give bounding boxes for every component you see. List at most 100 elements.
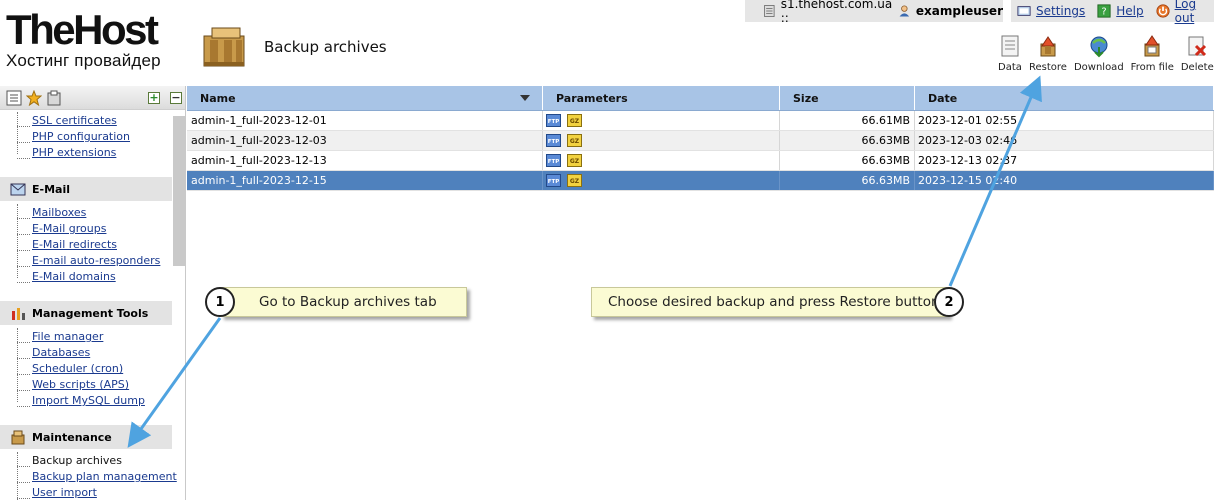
top-bar: s1.thehost.com.ua :: exampleuser Setting… [745, 0, 1214, 25]
ftp-icon: FTP [546, 174, 561, 187]
sidebar-section-management-tools[interactable]: Management Tools [0, 301, 172, 325]
download-icon [1090, 36, 1108, 58]
sidebar-section-maintenance[interactable]: Maintenance [0, 425, 172, 449]
data-icon [1001, 35, 1019, 57]
sidebar-scrollbar[interactable] [173, 116, 185, 266]
list-view-icon[interactable] [6, 90, 22, 106]
sidebar-item-web-scripts[interactable]: Web scripts (APS) [32, 378, 129, 391]
column-parameters[interactable]: Parameters [543, 86, 780, 110]
sidebar-item-import-mysql-dump[interactable]: Import MySQL dump [32, 394, 145, 407]
clipboard-icon[interactable] [46, 90, 62, 106]
sidebar-item-email-auto-responders[interactable]: E-mail auto-responders [32, 254, 160, 267]
logout-link[interactable]: Log out [1175, 0, 1214, 25]
cell-name: admin-1_full-2023-12-13 [187, 151, 543, 170]
column-date[interactable]: Date [915, 86, 1214, 110]
archive-box-icon [203, 27, 245, 67]
username: exampleuser [915, 4, 1003, 18]
table-row[interactable]: admin-1_full-2023-12-01 FTP GZ 66.61MB 2023-… [187, 111, 1214, 131]
sidebar-item-php-configuration[interactable]: PHP configuration [32, 130, 130, 143]
ftp-icon: FTP [546, 114, 561, 127]
logout-icon [1156, 4, 1170, 18]
sidebar-item-email-domains[interactable]: E-Mail domains [32, 270, 116, 283]
delete-button[interactable]: Delete [1181, 34, 1214, 73]
brand-tagline: Хостинг провайдер [6, 51, 161, 70]
cell-parameters: FTP GZ [543, 131, 780, 150]
svg-text:GZ: GZ [570, 138, 580, 145]
cell-name: admin-1_full-2023-12-01 [187, 111, 543, 130]
svg-text:FTP: FTP [548, 179, 560, 185]
sidebar-item-email-redirects[interactable]: E-Mail redirects [32, 238, 117, 251]
table-header: Name Parameters Size Date [187, 86, 1214, 111]
sidebar-item-backup-archives[interactable]: Backup archives [32, 454, 122, 467]
settings-icon [1017, 6, 1031, 16]
sort-desc-icon[interactable] [520, 95, 530, 101]
sidebar-section-management-title: Management Tools [32, 306, 149, 320]
restore-icon [1040, 36, 1056, 57]
expand-all-icon[interactable]: + [148, 92, 160, 104]
table-row[interactable]: admin-1_full-2023-12-15 FTP GZ 66.63MB 2023-… [187, 171, 1214, 191]
cell-size: 66.61MB [780, 111, 915, 130]
sidebar-item-email-groups[interactable]: E-Mail groups [32, 222, 106, 235]
download-label: Download [1073, 62, 1124, 73]
column-size[interactable]: Size [780, 86, 915, 110]
svg-text:?: ? [1102, 7, 1107, 18]
callout-step-2-badge: 2 [934, 287, 964, 317]
cell-parameters: FTP GZ [543, 111, 780, 130]
sidebar-section-maintenance-title: Maintenance [32, 430, 112, 444]
svg-text:GZ: GZ [570, 158, 580, 165]
maintenance-icon [11, 430, 25, 445]
cell-parameters: FTP GZ [543, 151, 780, 170]
cell-date: 2023-12-15 02:40 [915, 171, 1214, 190]
tools-icon [12, 308, 25, 320]
brand-name: TheHost [6, 6, 159, 53]
column-name[interactable]: Name [187, 86, 543, 110]
server-icon [764, 5, 775, 17]
ftp-icon: FTP [546, 154, 561, 167]
sidebar-item-user-import[interactable]: User import [32, 486, 97, 499]
from-file-button[interactable]: From file [1131, 34, 1174, 73]
ftp-icon: FTP [546, 134, 561, 147]
brand-logo[interactable]: TheHost Хостинг провайдер [6, 6, 161, 70]
delete-label: Delete [1180, 62, 1214, 73]
session-info: s1.thehost.com.ua :: exampleuser [745, 0, 1003, 25]
collapse-all-icon[interactable]: − [170, 92, 182, 104]
table-row[interactable]: admin-1_full-2023-12-03 FTP GZ 66.63MB 2023-… [187, 131, 1214, 151]
callout-step-1-badge: 1 [205, 287, 235, 317]
gz-icon: GZ [567, 114, 582, 127]
callout-step-2: Choose desired backup and press Restore … [591, 287, 949, 317]
callout-step-2-text: Choose desired backup and press Restore … [608, 294, 940, 310]
help-icon: ? [1097, 4, 1111, 18]
cell-size: 66.63MB [780, 151, 915, 170]
cell-parameters: FTP GZ [543, 171, 780, 190]
data-label: Data [998, 62, 1022, 73]
svg-text:FTP: FTP [548, 119, 560, 125]
help-link[interactable]: Help [1116, 4, 1143, 18]
from-file-label: From file [1130, 62, 1174, 73]
delete-icon [1188, 36, 1207, 57]
sidebar-item-backup-plan-management[interactable]: Backup plan management [32, 470, 177, 483]
gz-icon: GZ [567, 174, 582, 187]
page-title: Backup archives [264, 38, 387, 56]
download-button[interactable]: Download [1074, 34, 1124, 73]
sidebar-item-php-extensions[interactable]: PHP extensions [32, 146, 116, 159]
sidebar-section-email[interactable]: E-Mail [0, 177, 172, 201]
sidebar-item-file-manager[interactable]: File manager [32, 330, 103, 343]
star-icon[interactable] [26, 89, 42, 106]
cell-size: 66.63MB [780, 131, 915, 150]
restore-button[interactable]: Restore [1029, 34, 1067, 73]
sidebar-item-databases[interactable]: Databases [32, 346, 90, 359]
table-row[interactable]: admin-1_full-2023-12-13 FTP GZ 66.63MB 2023-… [187, 151, 1214, 171]
sidebar-section-email-title: E-Mail [32, 182, 70, 196]
toolbar: Data Restore Download From file Delete [998, 34, 1214, 73]
settings-link[interactable]: Settings [1036, 4, 1085, 18]
server-name: s1.thehost.com.ua :: [780, 0, 893, 25]
sidebar-item-scheduler[interactable]: Scheduler (cron) [32, 362, 123, 375]
cell-date: 2023-12-03 02:46 [915, 131, 1214, 150]
svg-text:FTP: FTP [548, 139, 560, 145]
sidebar-item-ssl-certificates[interactable]: SSL certificates [32, 114, 117, 127]
user-icon [899, 5, 910, 17]
cell-date: 2023-12-01 02:55 [915, 111, 1214, 130]
sidebar-item-mailboxes[interactable]: Mailboxes [32, 206, 86, 219]
callout-step-1: Go to Backup archives tab [221, 287, 467, 317]
data-button[interactable]: Data [998, 34, 1022, 73]
